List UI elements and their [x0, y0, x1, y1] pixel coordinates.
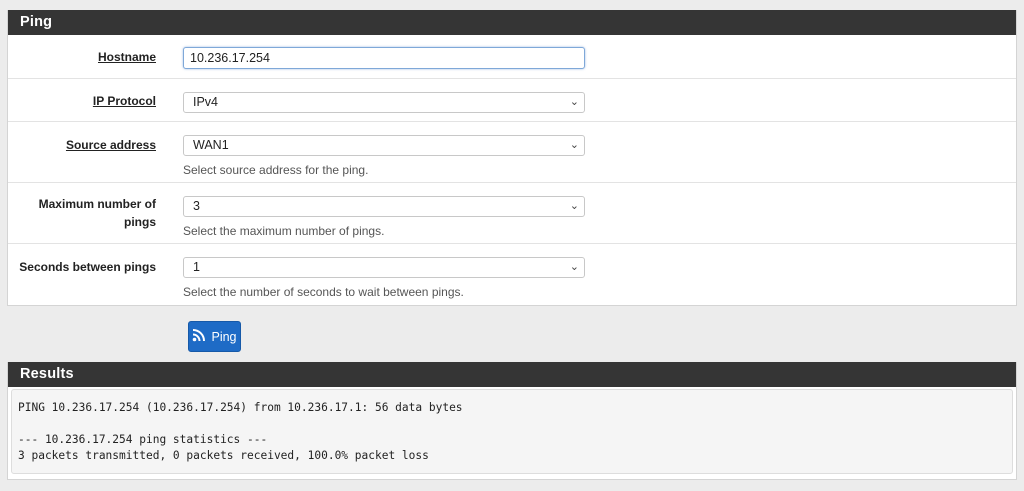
hostname-input[interactable]: 10.236.17.254: [183, 47, 585, 69]
ping-button-label: Ping: [211, 329, 237, 344]
ping-panel: Ping Hostname 10.236.17.254 IP Protocol …: [7, 10, 1017, 306]
hostname-label: Hostname: [97, 50, 156, 64]
max-pings-label: Maximum number of pings: [11, 195, 156, 231]
source-address-label: Source address: [65, 138, 156, 152]
seconds-between-label: Seconds between pings: [19, 260, 156, 274]
ip-protocol-row: IP Protocol IPv4 ⌄: [8, 79, 1016, 122]
seconds-between-row: Seconds between pings 1 ⌄ Select the num…: [8, 244, 1016, 305]
results-line: 3 packets transmitted, 0 packets receive…: [18, 449, 429, 462]
max-pings-select[interactable]: 3 ⌄: [183, 196, 585, 217]
source-address-help: Select source address for the ping.: [183, 163, 369, 177]
max-pings-help: Select the maximum number of pings.: [183, 224, 385, 238]
results-line: --- 10.236.17.254 ping statistics ---: [18, 433, 268, 446]
seconds-between-value: 1: [193, 260, 200, 274]
max-pings-value: 3: [193, 199, 200, 213]
source-address-value: WAN1: [193, 138, 229, 152]
ip-protocol-label: IP Protocol: [92, 94, 156, 108]
max-pings-label-line2: pings: [124, 215, 156, 229]
seconds-between-help: Select the number of seconds to wait bet…: [183, 285, 464, 299]
max-pings-label-line1: Maximum number of: [38, 197, 156, 211]
results-output: PING 10.236.17.254 (10.236.17.254) from …: [11, 389, 1013, 474]
chevron-down-icon: ⌄: [569, 200, 579, 212]
results-panel: Results PING 10.236.17.254 (10.236.17.25…: [7, 362, 1017, 480]
hostname-row: Hostname 10.236.17.254: [8, 35, 1016, 79]
ping-button[interactable]: Ping: [188, 321, 241, 352]
results-line: [18, 416, 1012, 432]
results-line: PING 10.236.17.254 (10.236.17.254) from …: [18, 401, 463, 414]
ip-protocol-select[interactable]: IPv4 ⌄: [183, 92, 585, 113]
max-pings-row: Maximum number of pings 3 ⌄ Select the m…: [8, 183, 1016, 244]
ip-protocol-value: IPv4: [193, 95, 219, 109]
chevron-down-icon: ⌄: [569, 261, 579, 273]
rss-icon: [192, 328, 206, 345]
source-address-row: Source address WAN1 ⌄ Select source addr…: [8, 122, 1016, 183]
chevron-down-icon: ⌄: [569, 96, 579, 108]
results-panel-title: Results: [8, 362, 1016, 387]
source-address-select[interactable]: WAN1 ⌄: [183, 135, 585, 156]
ping-panel-title: Ping: [8, 10, 1016, 35]
seconds-between-select[interactable]: 1 ⌄: [183, 257, 585, 278]
chevron-down-icon: ⌄: [569, 139, 579, 151]
